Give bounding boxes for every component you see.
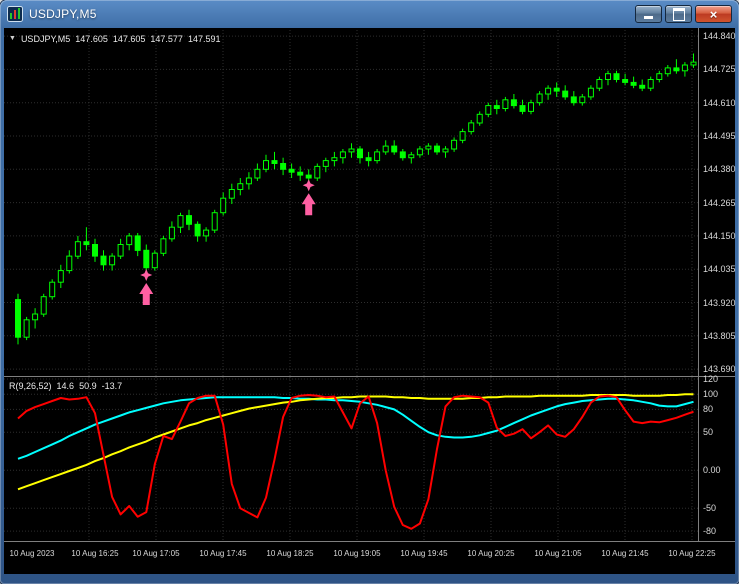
buy-signal[interactable]	[139, 269, 154, 305]
indicator-axis[interactable]: 120 100 80 50 0.00 -50 -80	[701, 374, 735, 541]
close-icon: ×	[709, 6, 718, 22]
time-tick-label: 10 Aug 17:45	[199, 549, 247, 558]
axis-tick-label: 143.920	[703, 297, 736, 308]
minimize-icon	[644, 16, 653, 19]
time-tick-label: 10 Aug 21:05	[534, 549, 582, 558]
axis-tick-label: 50	[703, 427, 714, 438]
candles	[15, 53, 697, 345]
signal-arrow-up-icon	[139, 283, 154, 305]
axis-tick-label: -80	[703, 526, 717, 537]
price-axis-separator	[698, 28, 699, 541]
axis-tick-label: 80	[703, 404, 714, 415]
indicator-value-2: 50.9	[79, 381, 97, 391]
axis-tick-label: 143.690	[703, 364, 736, 375]
axis-tick-label: 144.840	[703, 31, 736, 42]
time-tick-label: 10 Aug 16:25	[71, 549, 119, 558]
indicator-header: R(9,26,52) 14.6 50.9 -13.7	[9, 381, 122, 391]
chart-symbol-label: USDJPY,M5	[20, 34, 71, 44]
axis-tick-label: -50	[703, 503, 717, 514]
signal-star-icon	[140, 269, 153, 281]
cyan-line	[17, 396, 694, 460]
axis-tick-label: 144.610	[703, 97, 736, 108]
axis-tick-label: 0.00	[703, 465, 721, 476]
ohlc-high: 147.605	[112, 34, 146, 44]
axis-tick-label: 120	[703, 374, 719, 384]
maximize-button[interactable]	[665, 5, 692, 23]
indicator-value-1: 14.6	[56, 381, 75, 391]
oscillator-chart[interactable]	[4, 377, 699, 541]
titlebar[interactable]: USDJPY,M5 ×	[0, 0, 739, 28]
window-controls: ×	[635, 5, 732, 23]
time-tick-label: 10 Aug 19:45	[400, 549, 448, 558]
axis-tick-label: 144.035	[703, 264, 736, 275]
axis-tick-label: 143.805	[703, 330, 736, 341]
buy-signal[interactable]	[301, 179, 316, 216]
ohlc-close: 147.591	[187, 34, 221, 44]
grid	[4, 30, 699, 376]
time-tick-label: 10 Aug 20:25	[467, 549, 515, 558]
yellow-line	[17, 393, 694, 491]
price-axis[interactable]: 144.840 144.725 144.610 144.495 144.380 144.2…	[701, 30, 736, 376]
signal-star-icon	[302, 179, 315, 192]
candlestick-chart[interactable]	[4, 30, 699, 376]
time-tick-label: 10 Aug 18:25	[266, 549, 314, 558]
time-tick-label: 10 Aug 17:05	[132, 549, 180, 558]
time-tick-label: 10 Aug 22:25	[668, 549, 716, 558]
window-chart-icon	[7, 6, 23, 22]
axis-tick-label: 144.265	[703, 197, 736, 208]
signal-arrow-up-icon	[301, 193, 316, 216]
ohlc-open: 147.605	[75, 34, 108, 44]
chart-content: ▼ USDJPY,M5 147.605 147.605 147.577 147.…	[4, 28, 736, 574]
axis-tick-label: 144.380	[703, 164, 736, 175]
axis-tick-label: 144.725	[703, 64, 736, 75]
window-title: USDJPY,M5	[29, 7, 97, 21]
chart-header: ▼ USDJPY,M5 147.605 147.605 147.577 147.…	[9, 34, 220, 44]
chart-dropdown-icon[interactable]: ▼	[9, 34, 16, 44]
axis-tick-label: 100	[703, 389, 719, 400]
time-tick-label: 10 Aug 2023	[9, 549, 55, 558]
minimize-button[interactable]	[635, 5, 662, 23]
axis-tick-label: 144.150	[703, 230, 736, 241]
indicator-value-3: -13.7	[101, 381, 123, 391]
mt4-chart-window: USDJPY,M5 × ▼ USDJPY,M5 147.605 147.605 …	[0, 0, 739, 584]
maximize-icon	[672, 7, 685, 21]
time-axis[interactable]: 10 Aug 2023 10 Aug 16:25 10 Aug 17:05 10 Au…	[4, 542, 735, 574]
time-tick-label: 10 Aug 21:45	[601, 549, 649, 558]
time-tick-label: 10 Aug 19:05	[333, 549, 381, 558]
ohlc-low: 147.577	[150, 34, 183, 44]
indicator-name: R(9,26,52)	[9, 381, 52, 391]
close-button[interactable]: ×	[695, 5, 732, 23]
axis-tick-label: 144.495	[703, 131, 736, 141]
